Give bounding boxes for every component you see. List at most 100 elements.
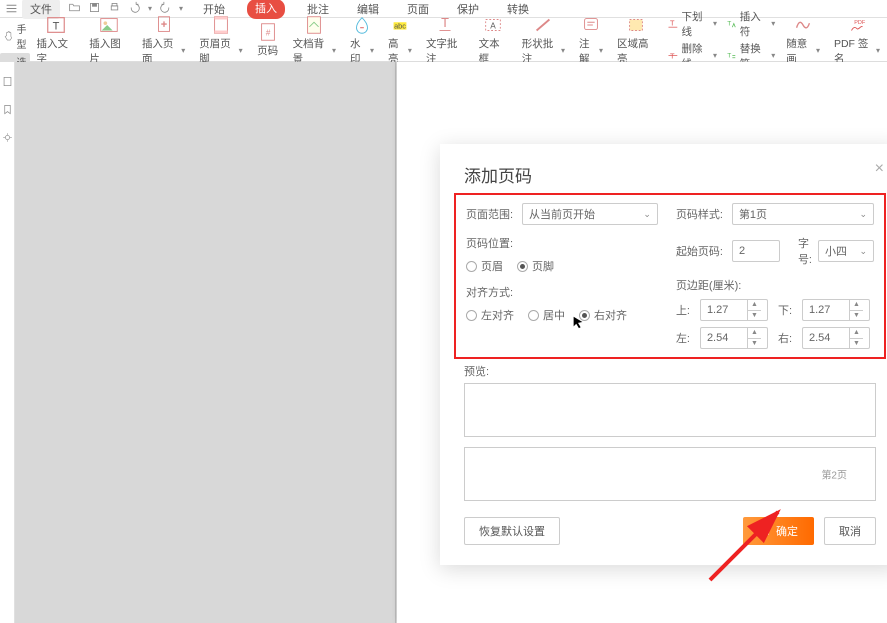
svg-text:PDF: PDF bbox=[854, 20, 866, 26]
shape-annot-icon bbox=[532, 14, 554, 36]
svg-text:abc: abc bbox=[394, 21, 406, 30]
svg-text:T: T bbox=[727, 21, 731, 28]
menu-icon[interactable] bbox=[4, 2, 18, 16]
pagenum-icon: # bbox=[257, 21, 279, 43]
radio-align-center[interactable]: 居中 bbox=[528, 307, 565, 323]
shape-annotation[interactable]: 形状批注▾ bbox=[515, 18, 572, 61]
margin-bottom-label: 下: bbox=[778, 302, 796, 318]
radio-footer[interactable]: 页脚 bbox=[517, 258, 554, 274]
start-label: 起始页码: bbox=[676, 243, 726, 259]
start-input[interactable] bbox=[732, 240, 780, 262]
font-select[interactable]: 小四 ⌄ bbox=[818, 240, 874, 262]
text-decoration-pair: T下划线▾ T删除线▾ bbox=[663, 18, 721, 61]
chevron-down-icon: ▾ bbox=[561, 46, 565, 55]
radio-header[interactable]: 页眉 bbox=[466, 258, 503, 274]
reset-button[interactable]: 恢复默认设置 bbox=[464, 517, 560, 545]
align-label: 对齐方式: bbox=[466, 284, 513, 300]
preview-label: 预览: bbox=[464, 363, 876, 379]
preview-page-label: 第2页 bbox=[821, 467, 847, 482]
annotation-note[interactable]: 注解▾ bbox=[572, 18, 610, 61]
margin-left-label: 左: bbox=[676, 330, 694, 346]
header-footer[interactable]: 页眉页脚▾ bbox=[192, 18, 249, 61]
cancel-button[interactable]: 取消 bbox=[824, 517, 876, 545]
preview-pane-2: 第2页 bbox=[464, 447, 876, 501]
textbox-icon: A bbox=[482, 14, 504, 36]
svg-text:#: # bbox=[265, 29, 270, 38]
form-left-col: 页面范围: 从当前页开始 ⌄ 页码位置: 页眉 页脚 对齐方式: bbox=[466, 203, 658, 349]
margin-right-input[interactable]: ▲▼ bbox=[802, 327, 870, 349]
pdf-sign-icon: PDF bbox=[846, 14, 868, 36]
style-label: 页码样式: bbox=[676, 206, 726, 222]
svg-text:T: T bbox=[441, 14, 449, 29]
range-select[interactable]: 从当前页开始 ⌄ bbox=[522, 203, 658, 225]
margin-right-label: 右: bbox=[778, 330, 796, 346]
undo-icon[interactable] bbox=[128, 1, 141, 17]
left-sidebar bbox=[0, 62, 15, 623]
margin-label: 页边距(厘米): bbox=[676, 277, 874, 293]
dialog-close-button[interactable]: × bbox=[875, 160, 884, 178]
redo-dropdown[interactable]: ▾ bbox=[179, 4, 183, 13]
underline[interactable]: T下划线▾ bbox=[667, 9, 717, 39]
add-pagenum-dialog: 添加页码 × 页面范围: 从当前页开始 ⌄ 页码位置: 页眉 页脚 bbox=[440, 144, 887, 565]
chevron-down-icon: ▾ bbox=[876, 46, 880, 55]
scribble[interactable]: 随意画▾ bbox=[779, 18, 827, 61]
radio-align-left[interactable]: 左对齐 bbox=[466, 307, 514, 323]
insert-page[interactable]: 插入页面▾ bbox=[135, 18, 192, 61]
thumbnail-icon[interactable] bbox=[2, 76, 13, 90]
annotation-arrow bbox=[700, 500, 810, 590]
pdf-sign[interactable]: PDF PDF 签名▾ bbox=[827, 18, 887, 61]
doc-bg-icon bbox=[303, 14, 325, 36]
font-label: 字号: bbox=[798, 235, 812, 267]
svg-text:A: A bbox=[490, 21, 496, 30]
insert-mark[interactable]: T插入符▾ bbox=[725, 9, 775, 39]
insert-text[interactable]: T 插入文字 bbox=[30, 18, 83, 61]
highlight[interactable]: abc 高亮▾ bbox=[381, 18, 419, 61]
svg-text:T: T bbox=[670, 19, 675, 28]
margin-top-input[interactable]: ▲▼ bbox=[700, 299, 768, 321]
form-right-col: 页码样式: 第1页 ⌄ 起始页码: 字号: 小四 ⌄ 页边距(厘米): bbox=[676, 203, 874, 349]
doc-background[interactable]: 文档背景▾ bbox=[286, 18, 343, 61]
chevron-down-icon: ⌄ bbox=[859, 246, 867, 257]
insert-image[interactable]: 插入图片 bbox=[82, 18, 135, 61]
cursor-icon bbox=[571, 315, 585, 329]
margin-left-input[interactable]: ▲▼ bbox=[700, 327, 768, 349]
chevron-down-icon: ▾ bbox=[370, 46, 374, 55]
undo-dropdown[interactable]: ▾ bbox=[148, 4, 152, 13]
image-icon bbox=[98, 14, 120, 36]
radio-align-right[interactable]: 右对齐 bbox=[579, 307, 627, 323]
dialog-title: 添加页码 bbox=[464, 162, 876, 187]
bookmark-icon[interactable] bbox=[2, 104, 13, 118]
chevron-down-icon: ⌄ bbox=[859, 209, 867, 220]
svg-text:T: T bbox=[52, 20, 59, 32]
svg-text:T: T bbox=[670, 51, 675, 60]
open-icon[interactable] bbox=[68, 1, 81, 17]
position-label: 页码位置: bbox=[466, 235, 513, 251]
watermark[interactable]: 水印▾ bbox=[343, 18, 381, 61]
ribbon-tool-mode: 手型 选择 bbox=[0, 18, 30, 61]
hand-tool[interactable]: 手型 bbox=[0, 20, 30, 52]
text-annotation[interactable]: T 文字批注 bbox=[419, 18, 472, 61]
chevron-down-icon: ▾ bbox=[239, 46, 243, 55]
insert-replace-pair: T插入符▾ T替换符▾ bbox=[721, 18, 779, 61]
scribble-icon bbox=[792, 14, 814, 36]
area-highlight[interactable]: 区域高亮 bbox=[610, 18, 663, 61]
note-icon bbox=[580, 14, 602, 36]
text-annot-icon: T bbox=[434, 14, 456, 36]
tab-insert[interactable]: 插入 bbox=[247, 0, 285, 19]
margin-top-label: 上: bbox=[676, 302, 694, 318]
page-number[interactable]: # 页码 bbox=[250, 18, 286, 61]
style-select[interactable]: 第1页 ⌄ bbox=[732, 203, 874, 225]
chevron-down-icon: ▾ bbox=[181, 46, 185, 55]
chevron-down-icon: ⌄ bbox=[643, 209, 651, 220]
svg-text:T: T bbox=[727, 53, 731, 60]
tab-convert[interactable]: 转换 bbox=[501, 0, 535, 19]
header-footer-icon bbox=[210, 14, 232, 36]
settings-icon[interactable] bbox=[2, 132, 13, 146]
margin-bottom-input[interactable]: ▲▼ bbox=[802, 299, 870, 321]
watermark-icon bbox=[351, 14, 373, 36]
text-icon: T bbox=[45, 14, 67, 36]
ribbon: 手型 选择 T 插入文字 插入图片 插入页面▾ 页眉页脚▾ # 页码 文档背景▾… bbox=[0, 18, 887, 62]
area-hl-icon bbox=[625, 14, 647, 36]
textbox[interactable]: A 文本框 bbox=[472, 18, 515, 61]
page-plus-icon bbox=[153, 14, 175, 36]
